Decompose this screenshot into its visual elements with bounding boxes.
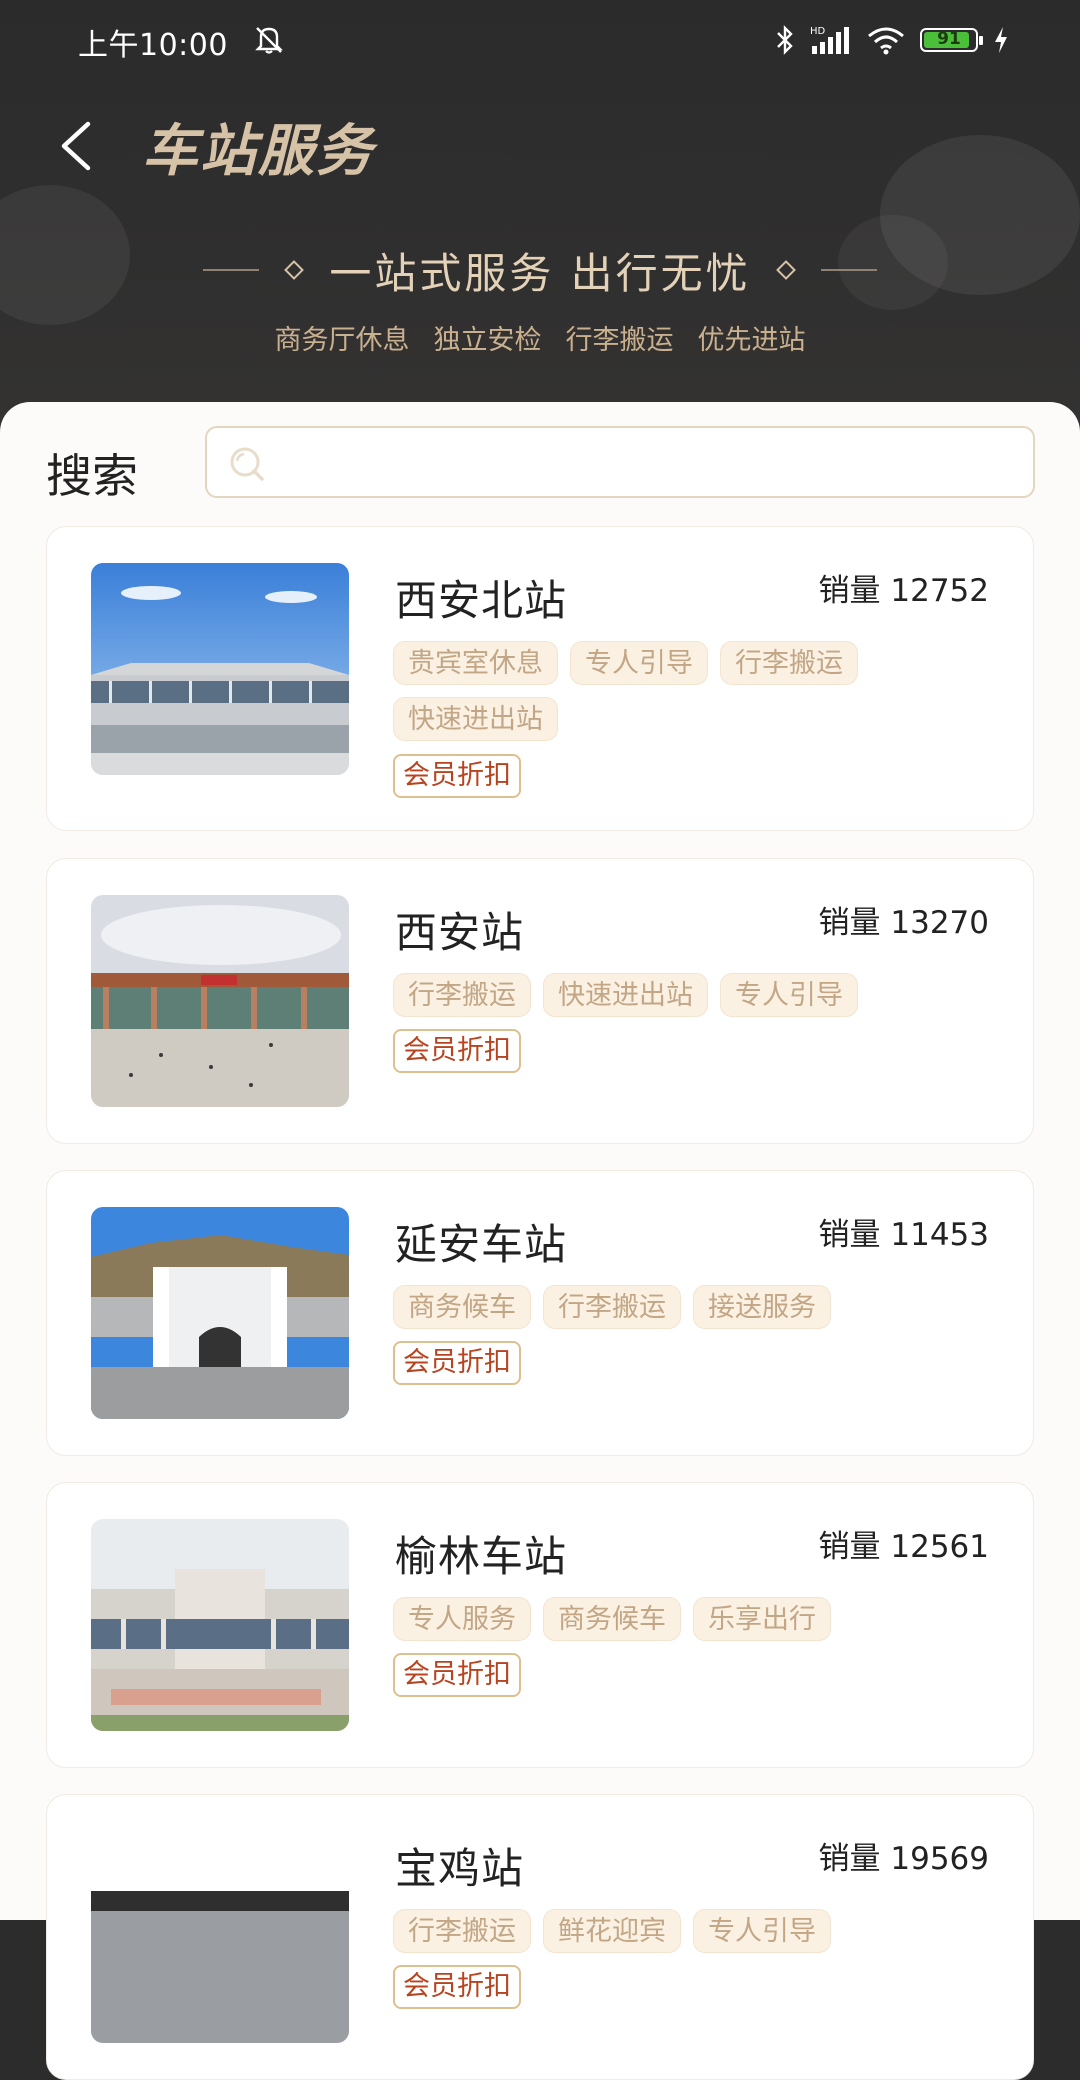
service-tags: 专人服务 商务候车 乐享出行: [393, 1597, 993, 1641]
service-tag: 鲜花迎宾: [543, 1909, 681, 1953]
status-bar: 上午10:00 HD 91: [0, 0, 1080, 80]
station-photo: [91, 1519, 349, 1731]
service-tag: 专人引导: [693, 1909, 831, 1953]
service-tag: 行李搬运: [543, 1285, 681, 1329]
battery-percent: 91: [937, 29, 961, 49]
search-icon: [230, 447, 264, 481]
slogan-divider: [820, 269, 877, 271]
battery-icon: 91: [920, 28, 983, 52]
station-name: 宝鸡站: [395, 1844, 525, 1893]
sales-count: 销量 19569: [818, 1841, 989, 1877]
station-photo: [91, 895, 349, 1107]
signal-icon: HD: [810, 26, 849, 54]
search-box[interactable]: [205, 426, 1035, 498]
service-tag: 乐享出行: [693, 1597, 831, 1641]
service-tags: 行李搬运 快速进出站 专人引导: [393, 973, 993, 1017]
station-photo: [91, 1831, 349, 2043]
back-arrow-icon[interactable]: [52, 118, 102, 174]
member-discount-badge: 会员折扣: [393, 1029, 521, 1073]
sales-count: 销量 13270: [818, 905, 989, 941]
search-label: 搜索: [46, 449, 138, 503]
slogan-text: 一站式服务 出行无忧: [329, 248, 751, 298]
station-card[interactable]: 宝鸡站 销量 19569 行李搬运 鲜花迎宾 专人引导 会员折扣: [46, 1794, 1034, 2080]
search-input[interactable]: [285, 428, 1019, 498]
bluetooth-icon: [777, 25, 793, 55]
feature-item: 商务厅休息: [274, 325, 410, 356]
mute-bell-icon: [255, 27, 283, 54]
feature-item: 优先进站: [697, 325, 806, 356]
service-tag: 专人服务: [393, 1597, 531, 1641]
header: 上午10:00 HD 91 车站服务 一站式服务 出行无忧 商务厅休息 独立安检…: [0, 0, 1080, 440]
station-name: 西安站: [395, 908, 525, 957]
charging-icon: [995, 27, 1007, 53]
service-tag: 行李搬运: [393, 973, 531, 1017]
svg-text:HD: HD: [810, 26, 826, 37]
member-discount-badge: 会员折扣: [393, 1653, 521, 1697]
slogan-divider: [203, 269, 260, 271]
feature-item: 行李搬运: [565, 325, 674, 356]
service-tag: 快速进出站: [393, 697, 558, 741]
slogan-row: 一站式服务 出行无忧: [0, 240, 1080, 300]
member-discount-badge: 会员折扣: [393, 1341, 521, 1385]
station-card[interactable]: 延安车站 销量 11453 商务候车 行李搬运 接送服务 会员折扣: [46, 1170, 1034, 1456]
status-icons: HD 91: [774, 22, 1010, 58]
sales-count: 销量 12561: [818, 1529, 989, 1565]
wifi-icon: [868, 27, 904, 55]
member-discount-badge: 会员折扣: [393, 754, 521, 798]
service-tags: 贵宾室休息 专人引导 行李搬运 快速进出站: [393, 641, 993, 741]
service-tag: 商务候车: [543, 1597, 681, 1641]
station-name: 延安车站: [395, 1220, 568, 1269]
sales-count: 销量 12752: [818, 573, 989, 609]
service-tag: 快速进出站: [543, 973, 708, 1017]
service-tag: 行李搬运: [393, 1909, 531, 1953]
station-photo: [91, 1207, 349, 1419]
station-name: 榆林车站: [395, 1532, 568, 1581]
station-card[interactable]: 西安北站 销量 12752 贵宾室休息 专人引导 行李搬运 快速进出站 会员折扣: [46, 526, 1034, 831]
status-time: 上午10:00: [78, 28, 228, 63]
station-photo: [91, 563, 349, 775]
feature-item: 独立安检: [433, 325, 542, 356]
station-card[interactable]: 榆林车站 销量 12561 专人服务 商务候车 乐享出行 会员折扣: [46, 1482, 1034, 1768]
page-title: 车站服务: [142, 119, 374, 184]
service-tag: 专人引导: [720, 973, 858, 1017]
station-card[interactable]: 西安站 销量 13270 行李搬运 快速进出站 专人引导 会员折扣: [46, 858, 1034, 1144]
feature-list: 商务厅休息 独立安检 行李搬运 优先进站: [0, 318, 1080, 357]
sales-count: 销量 11453: [818, 1217, 989, 1253]
content-sheet: 搜索 西安北站 销量 12752 贵宾室休息 专人引导 行李搬运 快速进出站 会…: [0, 402, 1080, 2080]
diamond-icon: [284, 260, 305, 280]
member-discount-badge: 会员折扣: [393, 1965, 521, 2009]
service-tags: 商务候车 行李搬运 接送服务: [393, 1285, 993, 1329]
station-name: 西安北站: [395, 576, 568, 625]
service-tags: 行李搬运 鲜花迎宾 专人引导: [393, 1909, 993, 1953]
service-tag: 商务候车: [393, 1285, 531, 1329]
service-tag: 行李搬运: [720, 641, 858, 685]
diamond-icon: [775, 260, 796, 280]
service-tag: 专人引导: [570, 641, 708, 685]
service-tag: 贵宾室休息: [393, 641, 558, 685]
service-tag: 接送服务: [693, 1285, 831, 1329]
